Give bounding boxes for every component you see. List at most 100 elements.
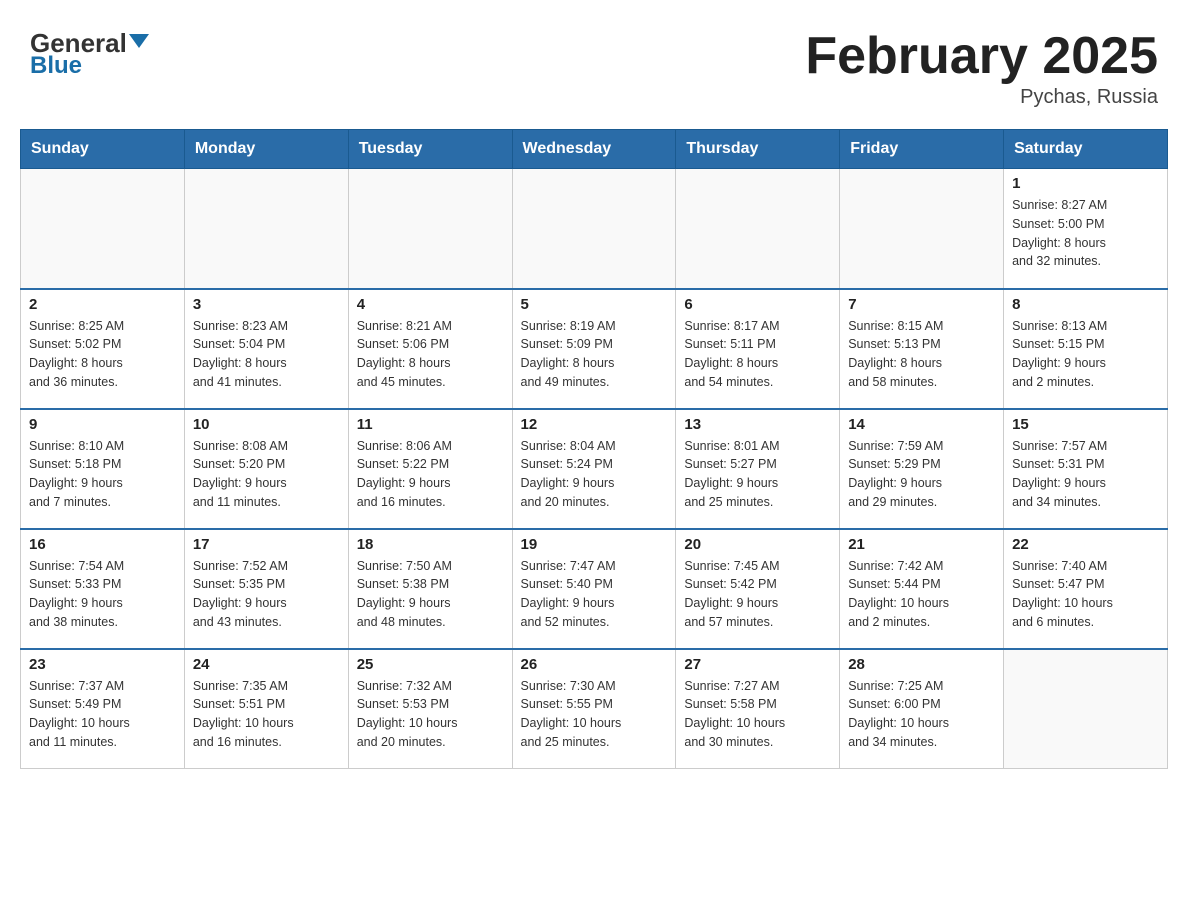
day-info: Sunrise: 7:30 AM Sunset: 5:55 PM Dayligh… [521, 677, 668, 752]
calendar-day-cell: 15 Sunrise: 7:57 AM Sunset: 5:31 PM Dayli… [1004, 409, 1168, 529]
day-info: Sunrise: 7:54 AM Sunset: 5:33 PM Dayligh… [29, 557, 176, 632]
location: Pychas, Russia [805, 86, 1158, 109]
day-number: 11 [357, 416, 504, 433]
weekday-header-row: SundayMondayTuesdayWednesdayThursdayFrid… [21, 130, 1168, 169]
calendar-day-cell: 17 Sunrise: 7:52 AM Sunset: 5:35 PM Dayli… [184, 529, 348, 649]
calendar-day-cell: 23Sunrise: 7:37 AM Sunset: 5:49 PM Dayli… [21, 649, 185, 769]
calendar-day-cell: 6 Sunrise: 8:17 AM Sunset: 5:11 PM Daylig… [676, 289, 840, 409]
calendar-day-cell [184, 169, 348, 289]
day-info: Sunrise: 8:19 AM Sunset: 5:09 PM Dayligh… [521, 317, 668, 392]
day-number: 4 [357, 296, 504, 313]
day-number: 19 [521, 536, 668, 553]
day-number: 2 [29, 296, 176, 313]
day-number: 10 [193, 416, 340, 433]
calendar-day-cell: 19Sunrise: 7:47 AM Sunset: 5:40 PM Dayli… [512, 529, 676, 649]
calendar-day-cell: 27 Sunrise: 7:27 AM Sunset: 5:58 PM Dayli… [676, 649, 840, 769]
day-number: 22 [1012, 536, 1159, 553]
day-info: Sunrise: 8:04 AM Sunset: 5:24 PM Dayligh… [521, 437, 668, 512]
calendar-day-cell: 1 Sunrise: 8:27 AM Sunset: 5:00 PM Daylig… [1004, 169, 1168, 289]
calendar-week-row: 2 Sunrise: 8:25 AM Sunset: 5:02 PM Daylig… [21, 289, 1168, 409]
day-info: Sunrise: 7:50 AM Sunset: 5:38 PM Dayligh… [357, 557, 504, 632]
day-number: 12 [521, 416, 668, 433]
calendar-day-cell [840, 169, 1004, 289]
calendar-day-cell: 13 Sunrise: 8:01 AM Sunset: 5:27 PM Dayli… [676, 409, 840, 529]
calendar-day-cell: 10 Sunrise: 8:08 AM Sunset: 5:20 PM Dayli… [184, 409, 348, 529]
day-info: Sunrise: 7:40 AM Sunset: 5:47 PM Dayligh… [1012, 557, 1159, 632]
calendar-day-cell: 18 Sunrise: 7:50 AM Sunset: 5:38 PM Dayli… [348, 529, 512, 649]
calendar-day-cell: 2 Sunrise: 8:25 AM Sunset: 5:02 PM Daylig… [21, 289, 185, 409]
day-info: Sunrise: 7:45 AM Sunset: 5:42 PM Dayligh… [684, 557, 831, 632]
day-info: Sunrise: 7:35 AM Sunset: 5:51 PM Dayligh… [193, 677, 340, 752]
page-header: General Blue February 2025 Pychas, Russi… [20, 20, 1168, 109]
calendar-day-cell: 11 Sunrise: 8:06 AM Sunset: 5:22 PM Dayli… [348, 409, 512, 529]
calendar-week-row: 23Sunrise: 7:37 AM Sunset: 5:49 PM Dayli… [21, 649, 1168, 769]
day-number: 8 [1012, 296, 1159, 313]
day-info: Sunrise: 8:13 AM Sunset: 5:15 PM Dayligh… [1012, 317, 1159, 392]
day-number: 26 [521, 656, 668, 673]
calendar-day-cell: 8 Sunrise: 8:13 AM Sunset: 5:15 PM Daylig… [1004, 289, 1168, 409]
day-number: 13 [684, 416, 831, 433]
logo-triangle-icon [129, 34, 149, 48]
day-number: 17 [193, 536, 340, 553]
calendar-week-row: 9 Sunrise: 8:10 AM Sunset: 5:18 PM Daylig… [21, 409, 1168, 529]
logo: General Blue [30, 30, 149, 80]
weekday-header: Monday [184, 130, 348, 169]
calendar-day-cell: 22 Sunrise: 7:40 AM Sunset: 5:47 PM Dayli… [1004, 529, 1168, 649]
day-number: 1 [1012, 175, 1159, 192]
calendar-day-cell: 16 Sunrise: 7:54 AM Sunset: 5:33 PM Dayli… [21, 529, 185, 649]
weekday-header: Wednesday [512, 130, 676, 169]
day-number: 5 [521, 296, 668, 313]
calendar-day-cell: 5 Sunrise: 8:19 AM Sunset: 5:09 PM Daylig… [512, 289, 676, 409]
day-number: 16 [29, 536, 176, 553]
calendar-week-row: 16 Sunrise: 7:54 AM Sunset: 5:33 PM Dayli… [21, 529, 1168, 649]
calendar-day-cell: 3 Sunrise: 8:23 AM Sunset: 5:04 PM Daylig… [184, 289, 348, 409]
day-info: Sunrise: 7:32 AM Sunset: 5:53 PM Dayligh… [357, 677, 504, 752]
day-info: Sunrise: 7:27 AM Sunset: 5:58 PM Dayligh… [684, 677, 831, 752]
day-number: 9 [29, 416, 176, 433]
day-number: 18 [357, 536, 504, 553]
day-number: 6 [684, 296, 831, 313]
weekday-header: Saturday [1004, 130, 1168, 169]
day-info: Sunrise: 8:17 AM Sunset: 5:11 PM Dayligh… [684, 317, 831, 392]
calendar-day-cell: 25Sunrise: 7:32 AM Sunset: 5:53 PM Dayli… [348, 649, 512, 769]
day-number: 7 [848, 296, 995, 313]
day-number: 21 [848, 536, 995, 553]
day-info: Sunrise: 7:59 AM Sunset: 5:29 PM Dayligh… [848, 437, 995, 512]
calendar-table: SundayMondayTuesdayWednesdayThursdayFrid… [20, 129, 1168, 769]
day-info: Sunrise: 8:01 AM Sunset: 5:27 PM Dayligh… [684, 437, 831, 512]
day-info: Sunrise: 8:25 AM Sunset: 5:02 PM Dayligh… [29, 317, 176, 392]
day-number: 3 [193, 296, 340, 313]
weekday-header: Thursday [676, 130, 840, 169]
logo-blue-text: Blue [30, 52, 82, 80]
day-info: Sunrise: 8:08 AM Sunset: 5:20 PM Dayligh… [193, 437, 340, 512]
calendar-day-cell [1004, 649, 1168, 769]
calendar-day-cell: 28Sunrise: 7:25 AM Sunset: 6:00 PM Dayli… [840, 649, 1004, 769]
day-info: Sunrise: 8:06 AM Sunset: 5:22 PM Dayligh… [357, 437, 504, 512]
calendar-day-cell: 14 Sunrise: 7:59 AM Sunset: 5:29 PM Dayli… [840, 409, 1004, 529]
calendar-day-cell: 20Sunrise: 7:45 AM Sunset: 5:42 PM Dayli… [676, 529, 840, 649]
day-info: Sunrise: 8:10 AM Sunset: 5:18 PM Dayligh… [29, 437, 176, 512]
weekday-header: Tuesday [348, 130, 512, 169]
day-info: Sunrise: 8:27 AM Sunset: 5:00 PM Dayligh… [1012, 196, 1159, 271]
calendar-day-cell [21, 169, 185, 289]
day-number: 27 [684, 656, 831, 673]
day-info: Sunrise: 8:15 AM Sunset: 5:13 PM Dayligh… [848, 317, 995, 392]
calendar-day-cell: 24 Sunrise: 7:35 AM Sunset: 5:51 PM Dayli… [184, 649, 348, 769]
day-number: 14 [848, 416, 995, 433]
day-info: Sunrise: 7:25 AM Sunset: 6:00 PM Dayligh… [848, 677, 995, 752]
calendar-day-cell: 21Sunrise: 7:42 AM Sunset: 5:44 PM Dayli… [840, 529, 1004, 649]
day-info: Sunrise: 7:52 AM Sunset: 5:35 PM Dayligh… [193, 557, 340, 632]
weekday-header: Friday [840, 130, 1004, 169]
day-info: Sunrise: 8:21 AM Sunset: 5:06 PM Dayligh… [357, 317, 504, 392]
calendar-day-cell: 12 Sunrise: 8:04 AM Sunset: 5:24 PM Dayli… [512, 409, 676, 529]
day-info: Sunrise: 8:23 AM Sunset: 5:04 PM Dayligh… [193, 317, 340, 392]
calendar-day-cell: 26 Sunrise: 7:30 AM Sunset: 5:55 PM Dayli… [512, 649, 676, 769]
day-info: Sunrise: 7:57 AM Sunset: 5:31 PM Dayligh… [1012, 437, 1159, 512]
day-number: 24 [193, 656, 340, 673]
weekday-header: Sunday [21, 130, 185, 169]
day-number: 23 [29, 656, 176, 673]
calendar-day-cell [512, 169, 676, 289]
calendar-day-cell: 7 Sunrise: 8:15 AM Sunset: 5:13 PM Daylig… [840, 289, 1004, 409]
calendar-week-row: 1 Sunrise: 8:27 AM Sunset: 5:00 PM Daylig… [21, 169, 1168, 289]
day-number: 15 [1012, 416, 1159, 433]
